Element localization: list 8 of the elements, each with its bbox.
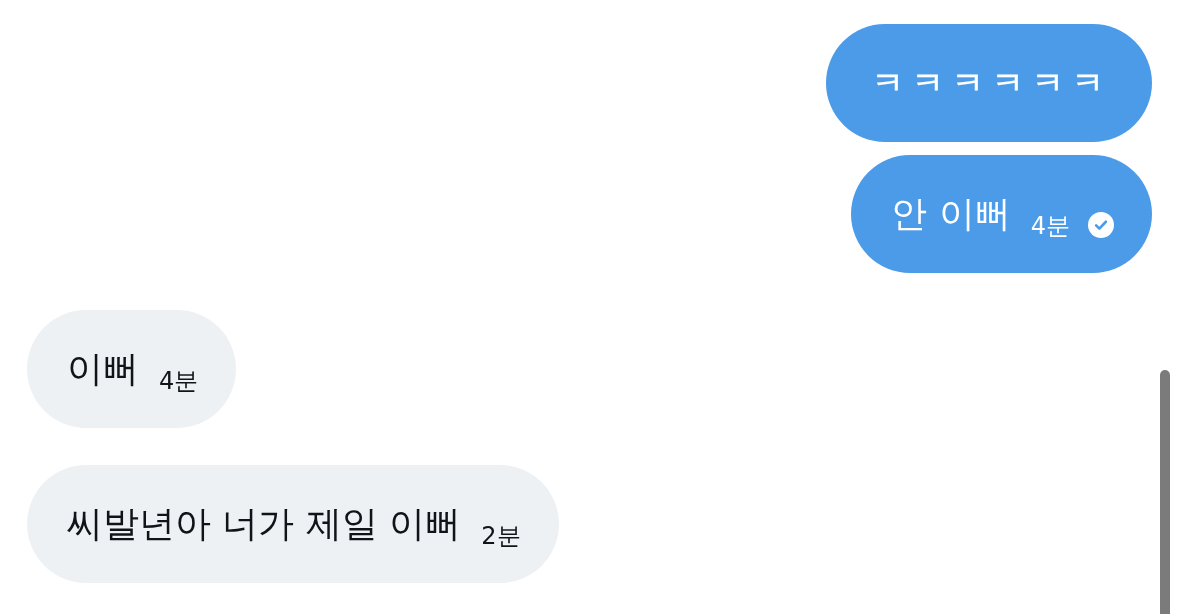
message-time: 2분 [481, 524, 521, 548]
message-text: 이뻐 [67, 351, 139, 387]
message-text: 씨발년아 너가 제일 이뻐 [67, 506, 462, 542]
scrollbar-thumb[interactable] [1160, 370, 1170, 614]
message-text: 안 이뻐 [891, 196, 1011, 232]
message-time: 4분 [1030, 214, 1070, 238]
message-time: 4분 [159, 369, 199, 393]
message-text: ㅋㅋㅋㅋㅋㅋ [872, 67, 1112, 99]
